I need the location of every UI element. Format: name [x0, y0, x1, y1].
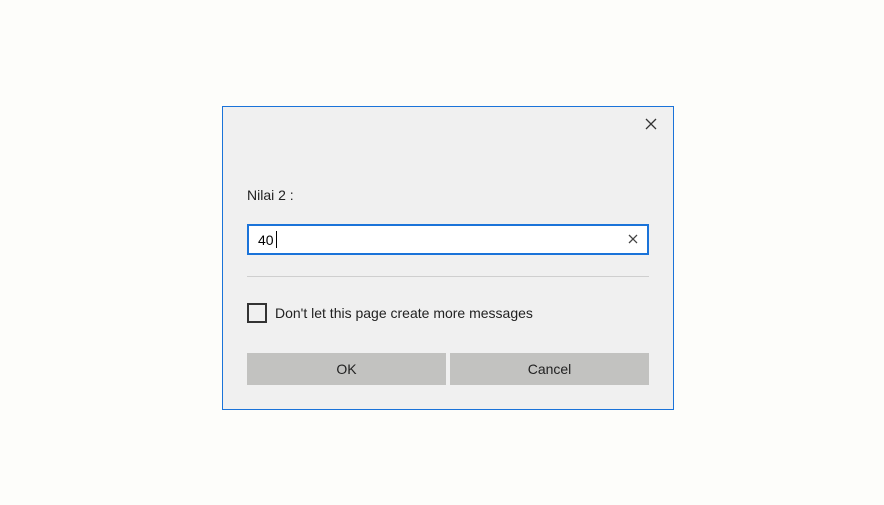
text-caret: [276, 231, 277, 248]
suppress-messages-row[interactable]: Don't let this page create more messages: [247, 303, 533, 323]
suppress-messages-label[interactable]: Don't let this page create more messages: [275, 305, 533, 321]
cancel-button[interactable]: Cancel: [450, 353, 649, 385]
prompt-input-container[interactable]: [247, 224, 649, 255]
close-icon: [645, 118, 657, 130]
clear-input-button[interactable]: [625, 231, 641, 247]
prompt-input[interactable]: [249, 226, 619, 253]
prompt-message: Nilai 2 :: [247, 187, 294, 203]
divider: [247, 276, 649, 277]
ok-button[interactable]: OK: [247, 353, 446, 385]
close-button[interactable]: [639, 113, 663, 135]
suppress-messages-checkbox[interactable]: [247, 303, 267, 323]
prompt-dialog: Nilai 2 : Don't let this page create mor…: [222, 106, 674, 410]
clear-icon: [628, 234, 638, 244]
